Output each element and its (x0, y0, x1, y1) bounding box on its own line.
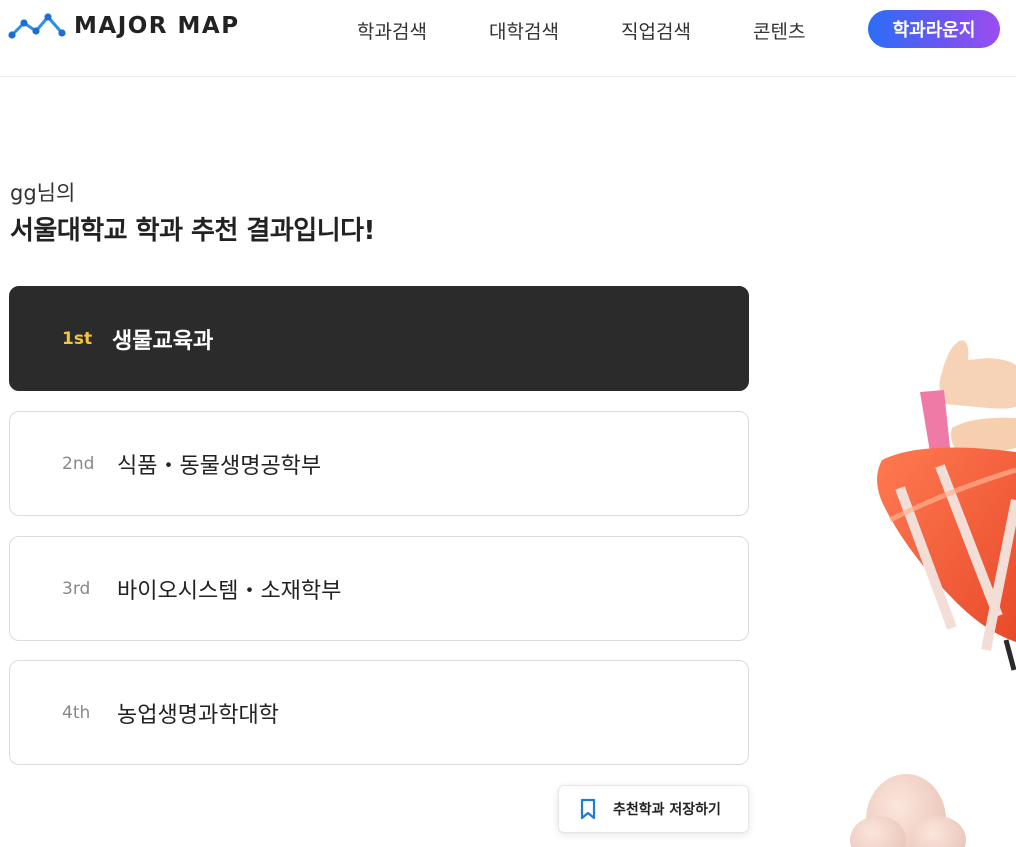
site-header: MAJOR MAP 학과검색 대학검색 직업검색 콘텐츠 학과라운지 (0, 0, 1016, 77)
nav-job-search[interactable]: 직업검색 (621, 17, 691, 44)
major-name: 생물교육과 (112, 328, 214, 354)
save-recommendations-button[interactable]: 추천학과 저장하기 (558, 785, 749, 833)
rank-label: 1st (62, 328, 93, 349)
major-name: 식품・동물생명공학부 (117, 453, 322, 479)
major-name: 바이오시스템・소재학부 (117, 578, 342, 604)
recommendation-card-1[interactable]: 1st 생물교육과 (9, 286, 749, 391)
recommendation-card-4[interactable]: 4th 농업생명과학대학 (9, 660, 749, 765)
nav-major-search[interactable]: 학과검색 (357, 17, 427, 44)
page-title: 서울대학교 학과 추천 결과입니다! (10, 216, 375, 246)
save-button-label: 추천학과 저장하기 (613, 802, 721, 818)
bookmark-icon (580, 798, 596, 820)
main-nav: 학과검색 대학검색 직업검색 콘텐츠 (0, 17, 1016, 43)
rank-label: 4th (62, 702, 91, 723)
major-name: 농업생명과학대학 (117, 702, 279, 728)
nav-university-search[interactable]: 대학검색 (489, 17, 559, 44)
recommendation-card-2[interactable]: 2nd 식품・동물생명공학부 (9, 411, 749, 516)
major-lounge-button[interactable]: 학과라운지 (868, 10, 1000, 48)
rank-label: 3rd (62, 578, 91, 599)
greeting-user: gg님의 (10, 181, 76, 205)
nav-contents[interactable]: 콘텐츠 (753, 17, 805, 44)
rank-label: 2nd (62, 453, 95, 474)
recommendation-card-3[interactable]: 3rd 바이오시스템・소재학부 (9, 536, 749, 641)
character-illustration (850, 340, 1016, 847)
